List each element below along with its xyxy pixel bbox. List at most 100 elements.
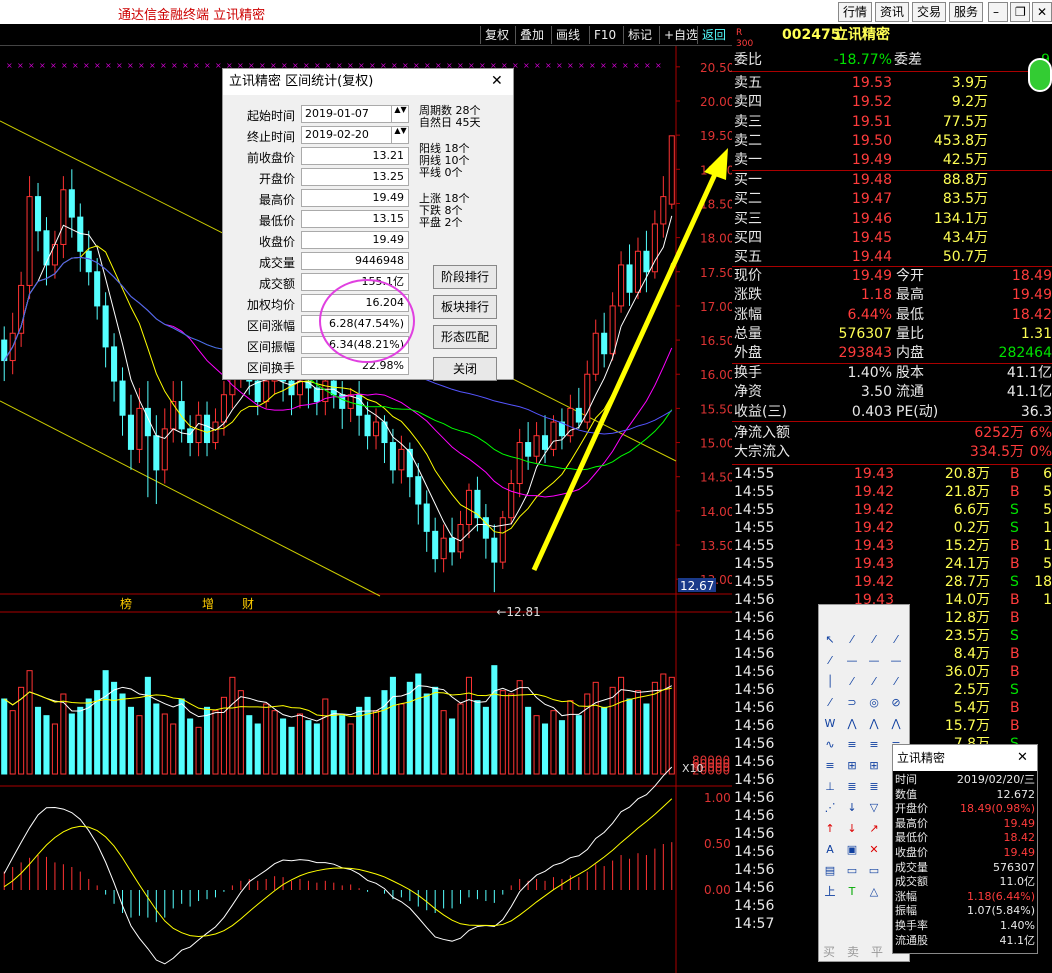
rect-icon[interactable]: ▣ [843, 841, 861, 859]
up-arrow-icon[interactable]: ↑ [821, 820, 839, 838]
date-spinner-icon[interactable]: ▲▼ [391, 105, 409, 123]
flat-tool[interactable]: 平 [871, 943, 883, 960]
add-favorite-button[interactable]: +自选 [659, 26, 702, 44]
text-icon[interactable]: A [821, 841, 839, 859]
golden-icon[interactable]: ⁄ [887, 673, 905, 691]
signal-mark: × [171, 61, 178, 70]
close-button[interactable]: 关闭 [433, 357, 497, 381]
hline-icon[interactable]: — [843, 652, 861, 670]
info-label: 换手率 [895, 919, 928, 932]
sector-rank-button[interactable]: 板块排行 [433, 295, 497, 319]
tick-time: 14:57 [734, 916, 775, 932]
abc-icon[interactable]: ⋀ [887, 715, 905, 733]
fund-value-2: 41.1亿 [1006, 365, 1052, 381]
arc-icon[interactable]: ⊃ [843, 694, 861, 712]
flag-icon[interactable]: ▭ [843, 862, 861, 880]
down-arrow-icon[interactable]: ↓ [843, 820, 861, 838]
volume-bar [668, 676, 675, 775]
peak-icon[interactable]: ⋀ [843, 715, 861, 733]
box-icon[interactable]: ⊞ [843, 757, 861, 775]
note-icon[interactable]: ▤ [821, 862, 839, 880]
triangle-icon[interactable]: ▽ [865, 799, 883, 817]
delete-icon[interactable]: ✕ [865, 841, 883, 859]
sell-level-row: 卖四 19.52 9.2万 [732, 93, 1052, 112]
warn-icon[interactable]: △ [865, 883, 883, 901]
dialog-title: 立讯精密 区间统计(复权) [223, 69, 513, 95]
date-spinner-icon[interactable]: ▲▼ [391, 126, 409, 144]
signal-mark: × [149, 61, 156, 70]
vline-icon[interactable]: │ [821, 673, 839, 691]
stock-name: 立讯精密 [834, 27, 890, 43]
floating-ball-icon[interactable] [1028, 58, 1052, 92]
fib-icon[interactable]: ≡ [843, 736, 861, 754]
signal-mark: × [193, 61, 200, 70]
minimize-icon[interactable]: – [988, 2, 1008, 22]
down-icon[interactable]: ↓ [843, 799, 861, 817]
ellipse-icon[interactable]: ⊘ [887, 694, 905, 712]
channel-icon[interactable]: — [865, 652, 883, 670]
adjust-button[interactable]: 复权 [480, 26, 513, 44]
sell-tool[interactable]: 卖 [847, 943, 859, 960]
up-right-icon[interactable]: ↗ [865, 820, 883, 838]
trade-menu-button[interactable]: 交易 [912, 2, 947, 22]
dialog-field-label: 前收盘价 [246, 151, 295, 165]
stage-rank-button[interactable]: 阶段排行 [433, 265, 497, 289]
info-row: 收盘价 19.49 [893, 846, 1037, 860]
mark-button[interactable]: 标记 [623, 26, 656, 44]
buy-tool[interactable]: 买 [823, 943, 835, 960]
back-button[interactable]: 返回 [697, 26, 730, 44]
chart-toolbar: 复权 叠加 画线 F10 标记 +自选 返回 [0, 24, 732, 46]
time-icon[interactable]: ≡ [821, 757, 839, 775]
close-icon[interactable]: ✕ [1032, 2, 1052, 22]
gann-icon[interactable]: ⁄ [821, 694, 839, 712]
info-close-icon[interactable]: ✕ [1017, 750, 1028, 765]
pattern-match-button[interactable]: 形态匹配 [433, 325, 497, 349]
volume-bar [339, 715, 346, 775]
price-axis-label: 15.50 [700, 402, 732, 416]
volume-bar [212, 710, 219, 775]
fib-ext-icon[interactable]: ≡ [865, 736, 883, 754]
cycle-icon[interactable]: ∿ [821, 736, 839, 754]
line-icon[interactable]: ⁄ [843, 631, 861, 649]
level-icon[interactable]: ⊥ [821, 778, 839, 796]
speed-icon[interactable]: ⋰ [821, 799, 839, 817]
trend-icon[interactable]: ⁄ [843, 673, 861, 691]
volume-bar [449, 718, 456, 775]
up-mark-icon[interactable]: 上 [821, 883, 839, 901]
bars-icon[interactable]: ≣ [843, 778, 861, 796]
price-axis-label: 16.50 [700, 334, 732, 348]
pattern-icon[interactable]: ⋀ [865, 715, 883, 733]
arrow-line-icon[interactable]: ⁄ [821, 652, 839, 670]
quote-menu-button[interactable]: 行情 [838, 2, 873, 22]
candle-body [406, 448, 413, 478]
level-price: 19.44 [851, 249, 892, 266]
tick-count: 1 [1043, 520, 1052, 536]
news-menu-button[interactable]: 资讯 [875, 2, 910, 22]
overlay-button[interactable]: 叠加 [515, 26, 548, 44]
mark-icon[interactable]: ▭ [865, 862, 883, 880]
circle-icon[interactable]: ◎ [865, 694, 883, 712]
candle-body [364, 414, 371, 437]
t-icon[interactable]: T [843, 883, 861, 901]
dialog-close-icon[interactable]: ✕ [491, 73, 503, 89]
ray-icon[interactable]: ⁄ [865, 631, 883, 649]
buy-level-row: 买一 19.48 88.8万 [732, 171, 1052, 190]
tick-volume: 12.8万 [944, 610, 990, 626]
lines-icon[interactable]: ≣ [865, 778, 883, 796]
volume-bar [102, 670, 109, 775]
cursor-icon[interactable]: ↖ [821, 631, 839, 649]
grid-icon[interactable]: ⊞ [865, 757, 883, 775]
info-row: 开盘价 18.49(0.98%) [893, 802, 1037, 816]
parallel-icon[interactable]: — [887, 652, 905, 670]
f10-button[interactable]: F10 [589, 26, 620, 44]
fan-icon[interactable]: ⁄ [865, 673, 883, 691]
service-menu-button[interactable]: 服务 [949, 2, 984, 22]
segment-icon[interactable]: ⁄ [887, 631, 905, 649]
wave-icon[interactable]: W [821, 715, 839, 733]
volume-bar [626, 698, 633, 775]
restore-icon[interactable]: ❐ [1010, 2, 1030, 22]
quote-row: 涨跌 1.18 最高 19.49 [732, 286, 1052, 305]
candle-body [457, 524, 464, 553]
draw-button[interactable]: 画线 [551, 26, 584, 44]
volume-bar [26, 670, 33, 775]
